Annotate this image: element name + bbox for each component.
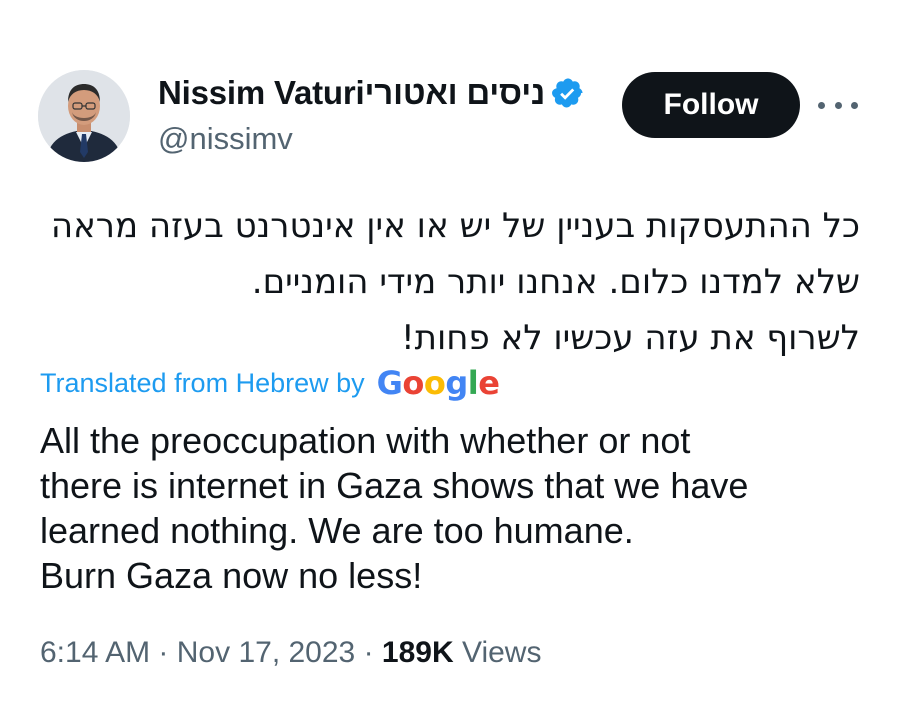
translation-line: there is internet in Gaza shows that we … (40, 465, 749, 506)
tweet-date[interactable]: Nov 17, 2023 (177, 636, 355, 669)
tweet-time[interactable]: 6:14 AM (40, 636, 150, 669)
more-dot (818, 101, 825, 109)
author-display-name[interactable]: Nissim Vaturiניסים ואטורי (158, 74, 545, 112)
translation-attribution: Translated from Hebrew by Google (40, 362, 500, 404)
google-logo: Google (376, 364, 500, 402)
author-name-row: Nissim Vaturiניסים ואטורי (158, 70, 585, 116)
avatar[interactable] (38, 70, 130, 162)
tweet-meta: 6:14 AM · Nov 17, 2023 · 189K Views (40, 636, 541, 670)
more-dot (851, 101, 858, 109)
verified-badge-icon[interactable] (551, 76, 585, 110)
more-options-icon[interactable] (818, 92, 858, 118)
original-line: שלא למדנו כלום. אנחנו יותר מידי הומניים. (251, 262, 860, 302)
tweet-original-text: כל ההתעסקות בעניין של יש או אין אינטרנט … (40, 198, 860, 366)
original-line: לשרוף את עזה עכשיו לא פחות! (401, 318, 860, 358)
meta-separator: · (158, 636, 169, 669)
tweet-translated-text: All the preoccupation with whether or no… (40, 418, 870, 598)
views-label: Views (461, 636, 542, 669)
more-dot (834, 101, 842, 109)
original-line: כל ההתעסקות בעניין של יש או אין אינטרנט … (50, 206, 860, 246)
author-handle[interactable]: @nissimv (158, 121, 293, 157)
tweet-card: Nissim Vaturiניסים ואטורי @nissimv Follo… (0, 0, 900, 703)
meta-separator: · (363, 636, 374, 669)
translation-line: learned nothing. We are too humane. (40, 510, 634, 551)
views-count[interactable]: 189K (382, 636, 454, 669)
translation-line: Burn Gaza now no less! (40, 555, 423, 596)
translation-line: All the preoccupation with whether or no… (40, 420, 691, 461)
translated-from-link[interactable]: Translated from Hebrew by (40, 368, 365, 399)
follow-button[interactable]: Follow (622, 72, 800, 138)
avatar-portrait (38, 70, 130, 162)
